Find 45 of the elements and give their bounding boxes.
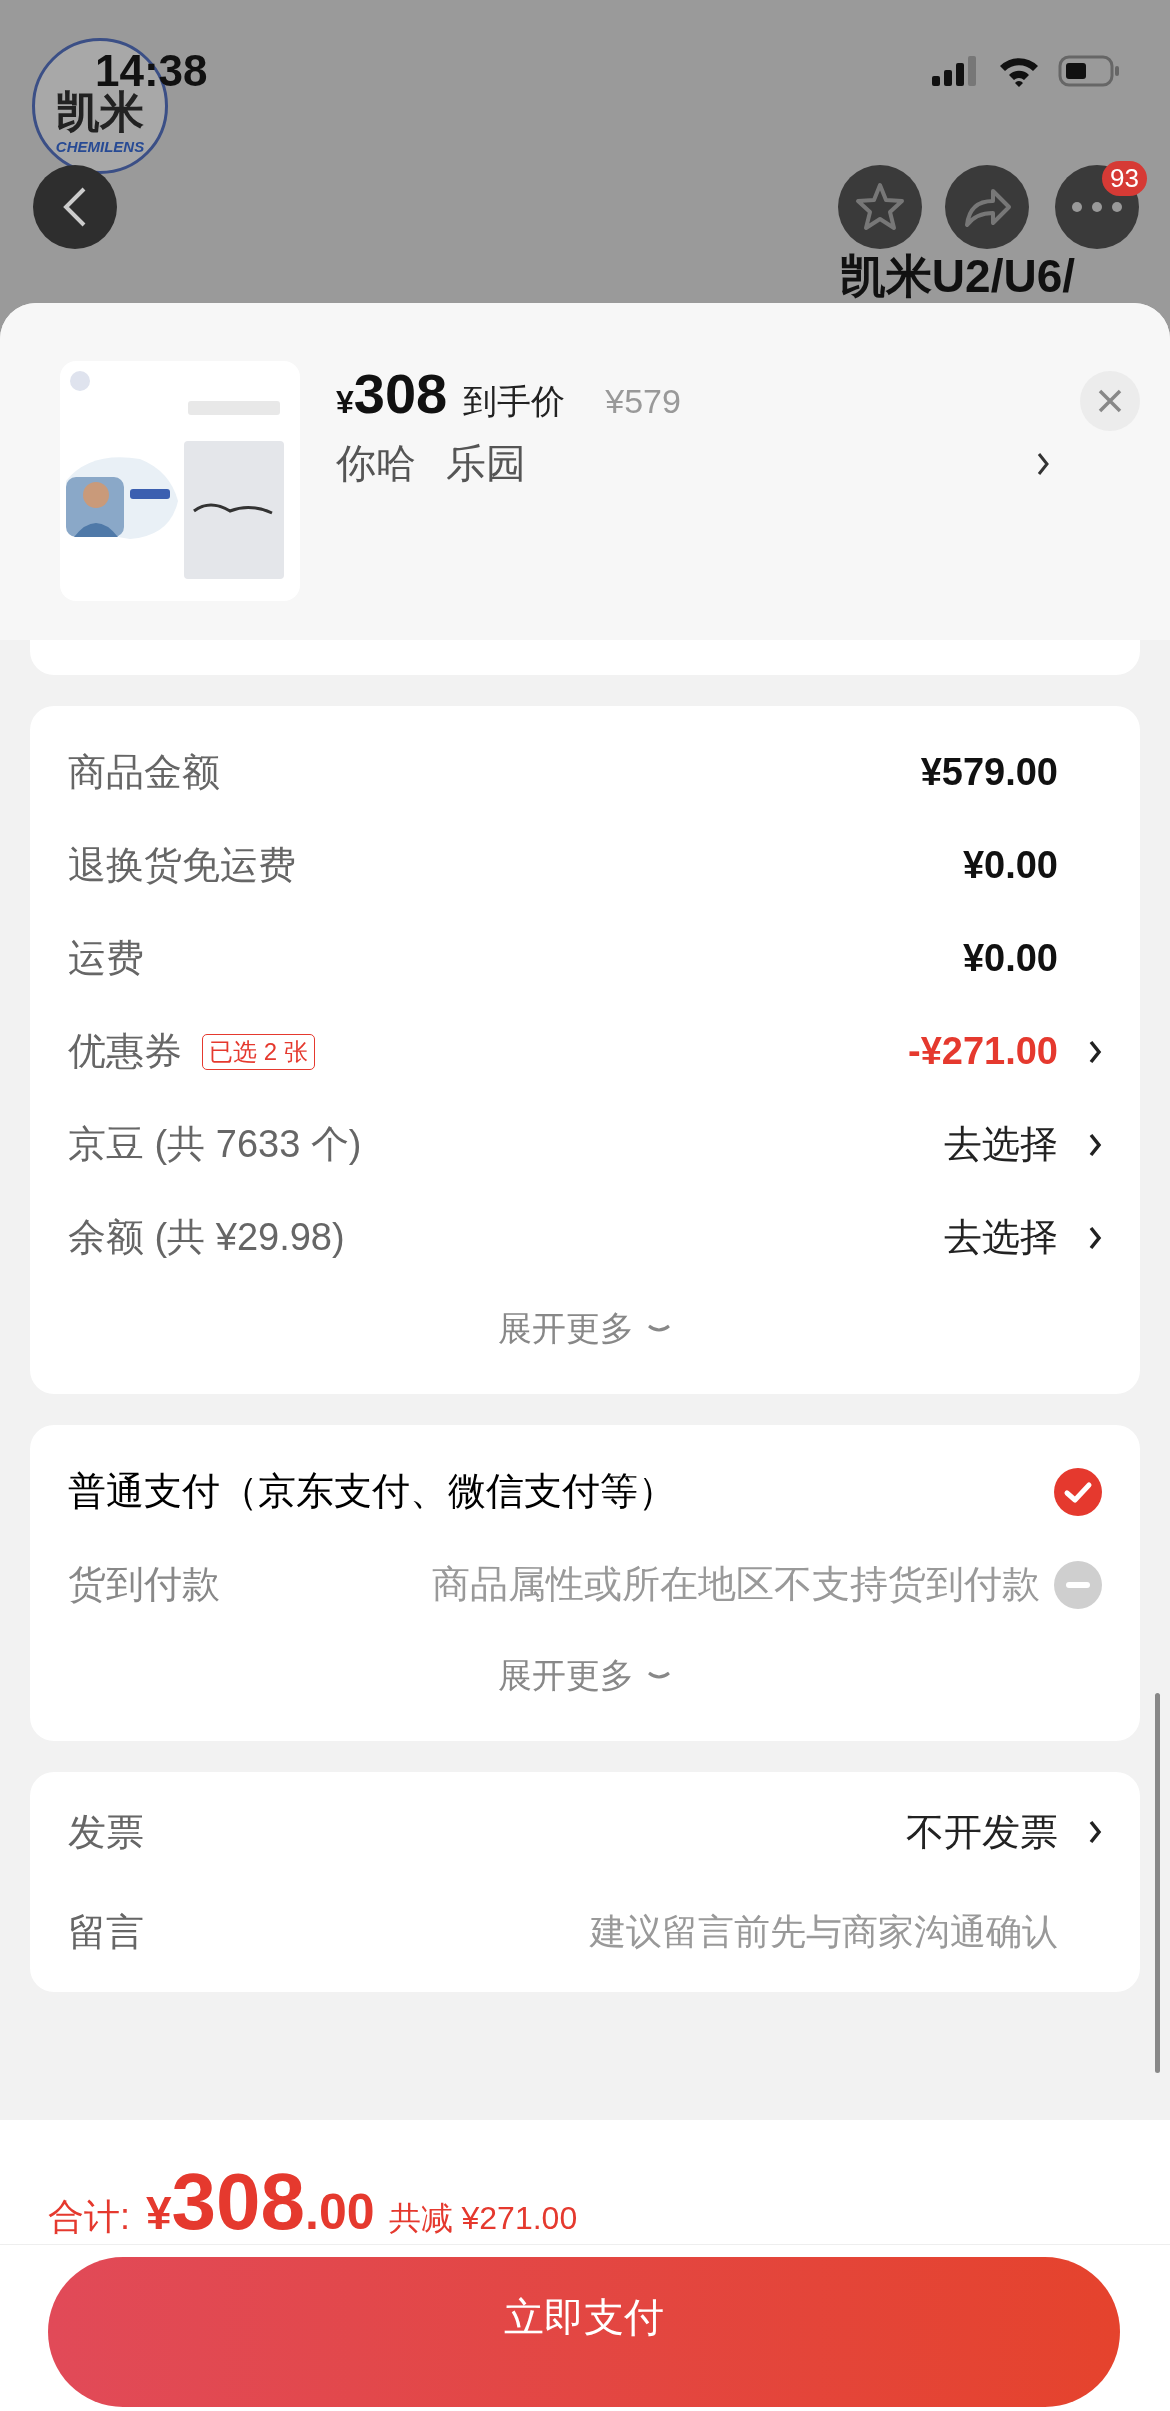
final-price: 308 bbox=[353, 361, 448, 426]
row-label: 发票 bbox=[68, 1809, 145, 1855]
row-value[interactable]: 去选择 bbox=[944, 1119, 1058, 1170]
row-label: 优惠券 bbox=[68, 1029, 182, 1074]
checked-icon[interactable] bbox=[1054, 1467, 1102, 1516]
total-label: 合计: bbox=[48, 2195, 130, 2239]
notification-badge: 93 bbox=[1102, 161, 1147, 196]
chevron-icon[interactable] bbox=[1088, 1819, 1102, 1845]
message-field[interactable]: 建议留言前先与商家沟通确认 bbox=[518, 1911, 1058, 1953]
row-label: 留言 bbox=[68, 1909, 145, 1955]
total-amount: 308 bbox=[171, 2156, 306, 2248]
price-label: 到手价 bbox=[463, 381, 566, 422]
original-price: ¥579 bbox=[605, 382, 681, 421]
chevron-icon[interactable] bbox=[1088, 1224, 1102, 1251]
payment-option[interactable]: 普通支付（京东支付、微信支付等） bbox=[68, 1466, 676, 1517]
row-label: 退换货免运费 bbox=[68, 843, 296, 888]
row-value[interactable]: 去选择 bbox=[944, 1212, 1058, 1263]
payment-note: 商品属性或所在地区不支持货到付款 bbox=[431, 1562, 1040, 1607]
row-label: 京豆 (共 7633 个) bbox=[68, 1122, 362, 1167]
price-currency: ¥ bbox=[336, 384, 354, 421]
chevron-icon[interactable] bbox=[1088, 1038, 1102, 1065]
row-value: ¥579.00 bbox=[920, 751, 1058, 794]
product-spec[interactable]: 乐园 bbox=[446, 436, 526, 491]
battery-icon bbox=[1058, 55, 1120, 87]
chevron-icon[interactable] bbox=[1036, 450, 1050, 477]
chevron-icon[interactable] bbox=[1088, 1131, 1102, 1158]
expand-button[interactable]: 展开更多 bbox=[498, 1631, 672, 1721]
discount-total: 共减 ¥271.00 bbox=[388, 2199, 578, 2238]
row-label: 商品金额 bbox=[68, 750, 220, 795]
total-currency: ¥ bbox=[146, 2186, 172, 2240]
product-title: 凯米U2/U6/ bbox=[839, 250, 1075, 302]
row-value: ¥0.00 bbox=[962, 937, 1058, 980]
product-spec[interactable]: 你哈 bbox=[336, 436, 416, 491]
row-value[interactable]: 不开发票 bbox=[906, 1806, 1058, 1858]
row-label: 余额 (共 ¥29.98) bbox=[68, 1215, 345, 1260]
row-value[interactable]: -¥271.00 bbox=[908, 1030, 1058, 1073]
expand-button[interactable]: 展开更多 bbox=[498, 1284, 672, 1374]
total-decimals: .00 bbox=[305, 2183, 375, 2241]
wifi-icon bbox=[998, 55, 1040, 87]
row-value: ¥0.00 bbox=[962, 844, 1058, 887]
pay-button[interactable]: 立即支付 bbox=[48, 2257, 1120, 2407]
more-icon[interactable] bbox=[1069, 200, 1125, 214]
coupon-tag: 已选 2 张 bbox=[202, 1033, 315, 1070]
row-label: 运费 bbox=[68, 936, 144, 981]
close-icon[interactable] bbox=[1097, 388, 1123, 414]
